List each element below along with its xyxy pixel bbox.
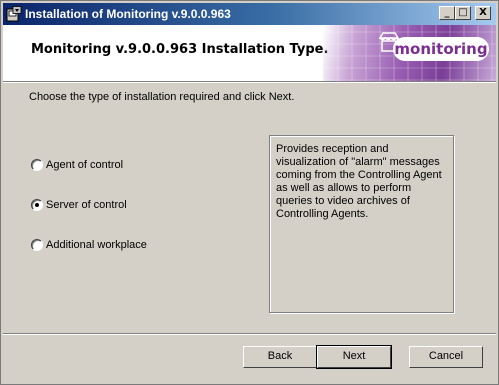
installer-app-icon [6, 6, 22, 22]
option-additional-workplace[interactable]: Additional workplace [31, 239, 147, 252]
header-separator [3, 81, 496, 83]
banner-artwork: monitoring [323, 25, 496, 81]
instruction-text: Choose the type of installation required… [29, 91, 295, 103]
header-banner: Monitoring v.9.0.0.963 Installation Type… [3, 25, 496, 81]
next-button[interactable]: Next [316, 345, 392, 369]
option-label: Server of control [46, 199, 127, 212]
close-button[interactable]: X [475, 6, 491, 20]
window-title: Installation of Monitoring v.9.0.0.963 [25, 7, 231, 21]
monitoring-logo: monitoring [393, 37, 489, 61]
minimize-button[interactable]: _ [439, 6, 455, 20]
radio-additional-workplace[interactable] [31, 239, 43, 252]
installer-window: Installation of Monitoring v.9.0.0.963 _… [0, 0, 499, 385]
cancel-button[interactable]: Cancel [409, 346, 483, 368]
back-button[interactable]: Back [243, 346, 317, 368]
title-bar[interactable]: Installation of Monitoring v.9.0.0.963 _… [3, 3, 496, 25]
option-server-of-control[interactable]: Server of control [31, 199, 127, 212]
option-agent-of-control[interactable]: Agent of control [31, 159, 124, 172]
maximize-button[interactable]: □ [455, 6, 471, 20]
option-label: Agent of control [46, 159, 124, 172]
radio-agent-of-control[interactable] [31, 159, 43, 172]
footer-separator [3, 333, 496, 335]
option-label: Additional workplace [46, 239, 147, 252]
option-description: Provides reception and visualization of … [269, 135, 454, 313]
radio-server-of-control[interactable] [31, 199, 43, 212]
banner-title: Monitoring v.9.0.0.963 Installation Type… [31, 42, 329, 57]
